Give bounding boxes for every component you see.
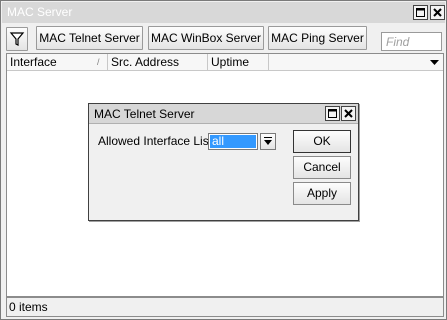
column-uptime[interactable]: Uptime	[208, 54, 269, 70]
chevron-down-icon	[430, 60, 439, 65]
allowed-interface-list-select[interactable]: all	[208, 133, 258, 150]
column-menu-button[interactable]	[425, 54, 444, 70]
apply-button[interactable]: Apply	[293, 182, 351, 205]
mac-winbox-server-button[interactable]: MAC WinBox Server	[148, 26, 264, 50]
ok-button[interactable]: OK	[293, 130, 351, 153]
item-count: 0 items	[9, 300, 48, 314]
dialog-title: MAC Telnet Server	[94, 107, 195, 121]
column-src-address[interactable]: Src. Address	[108, 54, 208, 70]
dialog-maximize-icon[interactable]	[325, 106, 340, 121]
column-interface[interactable]: Interface /	[7, 54, 108, 70]
mac-telnet-server-dialog: MAC Telnet Server Allowed Interface List…	[88, 103, 359, 221]
find-input[interactable]: Find	[381, 32, 442, 51]
window-title: MAC Server	[7, 5, 73, 19]
window-titlebar[interactable]: MAC Server	[2, 2, 445, 23]
sort-indicator: /	[97, 57, 100, 67]
maximize-icon[interactable]	[413, 5, 428, 20]
filter-icon	[9, 32, 25, 46]
dropdown-arrow-icon	[264, 137, 272, 145]
allowed-interface-list-value: all	[210, 135, 256, 148]
allowed-interface-list-label: Allowed Interface List:	[98, 134, 216, 148]
table-header: Interface / Src. Address Uptime	[7, 54, 443, 71]
dialog-close-icon[interactable]	[341, 106, 356, 121]
allowed-interface-list-dropdown[interactable]	[260, 133, 276, 150]
dialog-titlebar[interactable]: MAC Telnet Server	[89, 104, 358, 124]
close-icon[interactable]	[430, 5, 445, 20]
mac-telnet-server-button[interactable]: MAC Telnet Server	[36, 26, 143, 50]
status-bar: 0 items	[6, 297, 444, 317]
mac-server-window: MAC Server MAC Telnet Server MAC WinBox …	[0, 0, 447, 320]
mac-ping-server-button[interactable]: MAC Ping Server	[268, 26, 367, 50]
cancel-button[interactable]: Cancel	[293, 156, 351, 179]
toolbar: MAC Telnet Server MAC WinBox Server MAC …	[2, 23, 445, 53]
filter-button[interactable]	[6, 27, 28, 51]
